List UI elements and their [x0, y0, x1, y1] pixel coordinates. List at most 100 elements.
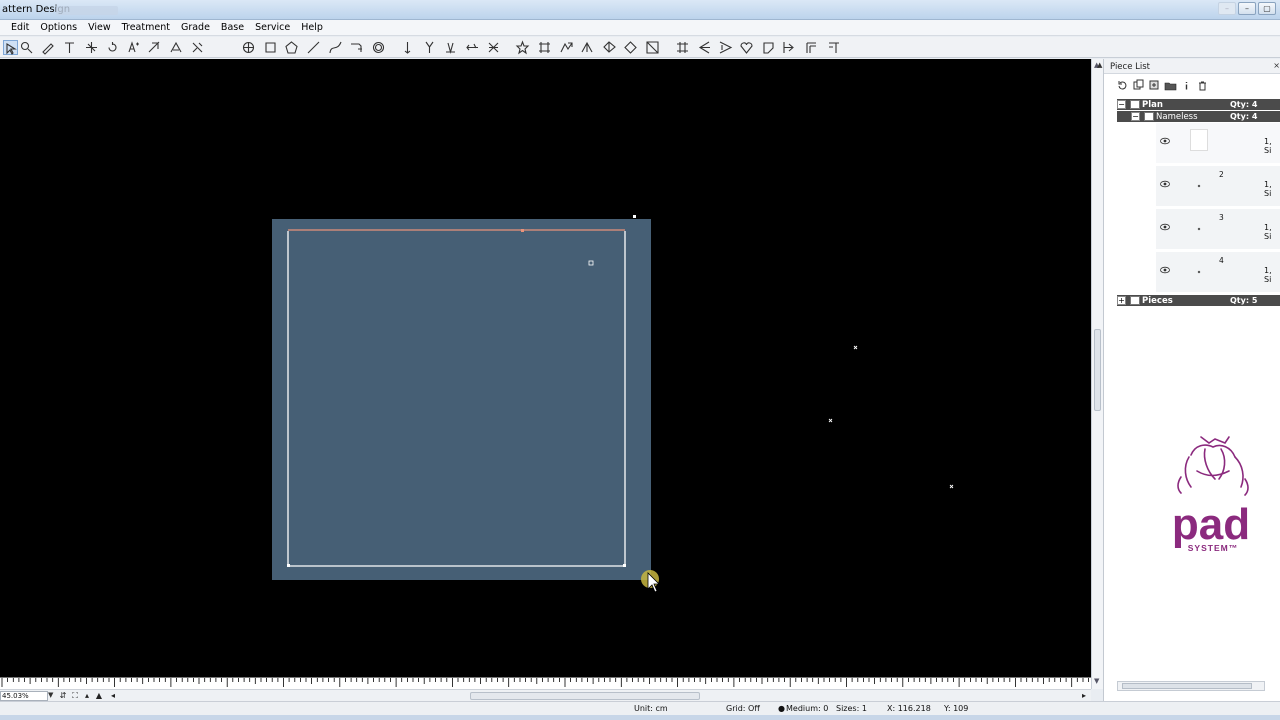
pattern-piece[interactable] — [272, 219, 651, 580]
refresh-icon[interactable] — [1116, 79, 1129, 92]
zoom-input[interactable]: 45.03% — [0, 691, 48, 701]
minimize-button[interactable]: – — [1238, 2, 1256, 15]
spiral-tool-icon[interactable] — [371, 40, 386, 55]
scroll-right-icon[interactable]: ▸ — [1079, 691, 1089, 701]
piece-row[interactable]: 2 1, Si — [1156, 166, 1280, 207]
fit-height-icon[interactable]: ⇵ — [58, 691, 68, 701]
circle-tool-icon[interactable] — [241, 40, 256, 55]
menu-view[interactable]: View — [88, 22, 111, 33]
menu-grade[interactable]: Grade — [181, 22, 210, 33]
duplicate-icon[interactable] — [1148, 79, 1161, 92]
select-tool-icon[interactable] — [3, 40, 18, 55]
horizontal-scroll-thumb[interactable] — [470, 692, 700, 700]
heart-tool-icon[interactable] — [739, 40, 754, 55]
cut-tool-icon[interactable] — [190, 40, 205, 55]
tree-row-pieces[interactable]: + Pieces Qty: 5 — [1117, 295, 1280, 306]
dart-tool-icon[interactable] — [443, 40, 458, 55]
corner-point[interactable] — [623, 564, 626, 567]
panel-collapse-icon[interactable]: ▲ — [1097, 61, 1102, 69]
transform-tool-icon[interactable] — [559, 40, 574, 55]
star-tool-icon[interactable] — [515, 40, 530, 55]
zoom-dropdown-icon[interactable]: ▼ — [48, 691, 53, 699]
vertical-scroll-thumb[interactable] — [1094, 329, 1101, 411]
eye-icon[interactable] — [1160, 222, 1170, 232]
hand-icon[interactable]: ▴ — [82, 691, 92, 701]
zoom-tool-icon[interactable] — [19, 40, 34, 55]
fit-all-icon[interactable]: ⛶ — [70, 691, 80, 701]
menu-service[interactable]: Service — [255, 22, 290, 33]
pin-tool-icon[interactable] — [400, 40, 415, 55]
folder-icon[interactable] — [1164, 79, 1177, 92]
corner-point[interactable] — [287, 564, 290, 567]
nameless-label: Nameless — [1156, 112, 1198, 122]
mouse-cursor — [641, 570, 660, 593]
curve-tool-icon[interactable] — [328, 40, 343, 55]
panel-horizontal-scrollbar[interactable] — [1117, 681, 1265, 691]
unit-status: Unit: cm — [634, 704, 668, 713]
menu-edit[interactable]: Edit — [11, 22, 29, 33]
column-tool-icon[interactable] — [537, 40, 552, 55]
piece-row[interactable]: 4 1, Si — [1156, 252, 1280, 293]
rotate-tool-icon[interactable] — [105, 40, 120, 55]
eye-icon[interactable] — [1144, 112, 1154, 121]
scroll-down-icon[interactable]: ▼ — [1094, 677, 1099, 685]
menu-help[interactable]: Help — [301, 22, 323, 33]
copy-icon[interactable] — [1132, 79, 1145, 92]
cross-marker — [828, 418, 833, 423]
grade-tool-icon[interactable] — [126, 40, 141, 55]
snap-tool-icon[interactable] — [84, 40, 99, 55]
shrink-tool-icon[interactable] — [675, 40, 690, 55]
line-tool-icon[interactable] — [306, 40, 321, 55]
eye-icon[interactable] — [1160, 179, 1170, 189]
measure-tool-icon[interactable] — [169, 40, 184, 55]
arrow-tool-icon[interactable] — [782, 40, 797, 55]
notch-tool-icon[interactable] — [422, 40, 437, 55]
mid-point[interactable] — [521, 229, 524, 232]
drawing-canvas[interactable] — [0, 59, 1091, 677]
angle-tool-icon[interactable] — [718, 40, 733, 55]
pencil-tool-icon[interactable] — [40, 40, 55, 55]
scroll-left-icon[interactable]: ◂ — [108, 691, 118, 701]
panel-scroll-thumb[interactable] — [1122, 683, 1252, 689]
eye-icon[interactable] — [1130, 100, 1140, 109]
maximize-button[interactable]: ▢ — [1258, 2, 1276, 15]
tree-row-nameless[interactable]: − Nameless Qty: 4 — [1117, 111, 1280, 122]
eye-icon[interactable] — [1160, 136, 1170, 146]
mirror-tool-icon[interactable] — [486, 40, 501, 55]
corner-alt-tool-icon[interactable] — [826, 40, 841, 55]
vertical-scrollbar[interactable]: ▲ ▼ — [1091, 59, 1103, 689]
eye-icon[interactable] — [1160, 265, 1170, 275]
grid-status[interactable]: Grid: Off — [726, 704, 760, 713]
fold-tool-icon[interactable] — [349, 40, 364, 55]
piece-row[interactable]: 3 1, Si — [1156, 209, 1280, 250]
eye-icon[interactable] — [1130, 296, 1140, 305]
collapse-icon[interactable]: − — [1131, 112, 1140, 121]
y-coordinate: Y: 109 — [944, 704, 969, 713]
gather-tool-icon[interactable] — [645, 40, 660, 55]
trash-icon[interactable] — [1196, 79, 1209, 92]
offset-tool-icon[interactable] — [465, 40, 480, 55]
mountain-icon[interactable]: ▲ — [94, 691, 104, 701]
tree-row-plan[interactable]: − Plan Qty: 4 — [1117, 99, 1280, 110]
fold-line-tool-icon[interactable] — [580, 40, 595, 55]
rectangle-tool-icon[interactable] — [263, 40, 278, 55]
corner-point[interactable] — [633, 215, 636, 218]
menu-base[interactable]: Base — [221, 22, 244, 33]
collapse-icon[interactable]: − — [1117, 100, 1126, 109]
title-bar: attern Design – – ▢ — [0, 0, 1280, 20]
text-tool-icon[interactable] — [62, 40, 77, 55]
marker-tool-icon[interactable] — [761, 40, 776, 55]
piece-row[interactable]: 1, Si — [1156, 123, 1280, 164]
menu-options[interactable]: Options — [40, 22, 77, 33]
expand-icon[interactable]: + — [1117, 296, 1126, 305]
corner-tool-icon[interactable] — [804, 40, 819, 55]
menu-treatment[interactable]: Treatment — [122, 22, 170, 33]
panel-close-icon[interactable]: × — [1273, 61, 1280, 70]
align-tool-icon[interactable] — [697, 40, 712, 55]
seam-tool-icon[interactable] — [602, 40, 617, 55]
pleat-tool-icon[interactable] — [623, 40, 638, 55]
polygon-tool-icon[interactable] — [284, 40, 299, 55]
split-tool-icon[interactable] — [147, 40, 162, 55]
info-icon[interactable] — [1180, 79, 1193, 92]
ghost-minimize-button: – — [1218, 2, 1236, 15]
